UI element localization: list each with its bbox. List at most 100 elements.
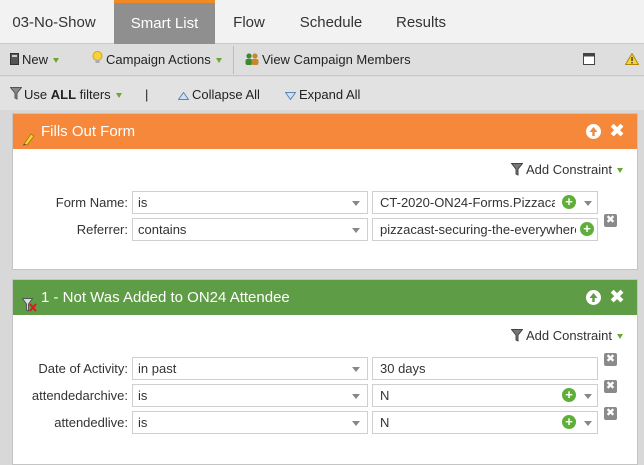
collapse-icon [177, 78, 190, 113]
operator-value: is [138, 415, 148, 430]
window-icon[interactable] [583, 53, 595, 67]
smart-list-canvas: Fills Out Form ✖ Add Constraint Form Nam… [0, 110, 644, 465]
filter-header[interactable]: Fills Out Form ✖ [13, 114, 637, 149]
constraint-label: Form Name: [55, 195, 128, 210]
tab-program-name[interactable]: 03-No-Show [0, 0, 108, 44]
chevron-down-icon [352, 228, 360, 233]
new-button[interactable]: New [10, 44, 60, 76]
chevron-down-icon [584, 394, 592, 399]
filter-panel-not-added-to-attendee: 1 - Not Was Added to ON24 Attendee ✖ Add… [12, 279, 638, 465]
filter-title: Fills Out Form [41, 123, 136, 140]
constraint-label: Date of Activity: [38, 361, 128, 376]
operator-value: is [138, 195, 148, 210]
trigger-icon [22, 124, 36, 159]
expand-icon [284, 78, 297, 113]
chevron-down-icon [352, 394, 360, 399]
add-constraint-label: Add Constraint [526, 328, 612, 343]
delete-constraint-icon[interactable]: ✖ [604, 407, 617, 420]
operator-select[interactable]: is [132, 384, 368, 407]
close-icon[interactable]: ✖ [609, 114, 625, 149]
delete-constraint-icon[interactable]: ✖ [604, 353, 617, 366]
constraint-row-attendedlive: attendedlive: is N + ✖ [13, 407, 639, 435]
chevron-down-icon [352, 201, 360, 206]
collapse-all-button[interactable]: Collapse All [177, 77, 260, 113]
constraint-label: attendedlive: [54, 415, 128, 430]
chevron-down-icon [352, 421, 360, 426]
close-icon[interactable]: ✖ [609, 280, 625, 315]
constraint-row-attendedarchive: attendedarchive: is N + ✖ [13, 380, 639, 408]
constraint-label: Referrer: [76, 222, 128, 237]
filter-bar: Use ALL filters | Collapse All Expand Al… [0, 77, 644, 110]
operator-select[interactable]: contains [132, 218, 368, 241]
filter-header[interactable]: 1 - Not Was Added to ON24 Attendee ✖ [13, 280, 637, 315]
toolbar: New Campaign Actions View Campaign Membe… [0, 44, 644, 76]
collapse-all-label: Collapse All [192, 87, 260, 102]
warning-icon[interactable] [624, 52, 640, 67]
value-text: CT-2020-ON24-Forms.Pizzacast [380, 195, 569, 210]
members-icon [245, 45, 259, 76]
filter-panel-fills-out-form: Fills Out Form ✖ Add Constraint Form Nam… [12, 113, 638, 270]
operator-select[interactable]: in past [132, 357, 368, 380]
delete-constraint-icon[interactable]: ✖ [604, 380, 617, 393]
filterbar-divider: | [145, 87, 149, 102]
view-campaign-members-label: View Campaign Members [262, 52, 411, 67]
chevron-down-icon [617, 334, 623, 340]
add-value-icon[interactable]: + [562, 388, 576, 402]
filter-icon [9, 78, 23, 113]
add-constraint-icon [510, 328, 524, 345]
toolbar-divider [233, 46, 234, 74]
add-constraint-icon [510, 162, 524, 179]
tab-results[interactable]: Results [387, 0, 455, 44]
move-up-icon[interactable] [586, 290, 601, 305]
constraint-row-form-name: Form Name: is CT-2020-ON24-Forms.Pizzaca… [13, 191, 639, 215]
operator-value: in past [138, 361, 177, 376]
add-constraint-button[interactable]: Add Constraint [510, 162, 623, 179]
add-constraint-button[interactable]: Add Constraint [510, 328, 623, 345]
tab-schedule[interactable]: Schedule [291, 0, 371, 44]
value-text: N [380, 415, 390, 430]
value-field[interactable]: N + [372, 411, 598, 434]
chevron-down-icon [584, 421, 592, 426]
new-label: New [22, 52, 49, 67]
new-icon [10, 45, 19, 76]
value-text: pizzacast-securing-the-everywhere [380, 222, 582, 237]
operator-select[interactable]: is [132, 191, 368, 214]
add-value-icon[interactable]: + [562, 195, 576, 209]
value-text: 30 days [380, 361, 426, 376]
lightbulb-icon [92, 45, 103, 76]
use-all-filters-mode: ALL [50, 87, 77, 102]
campaign-actions-button[interactable]: Campaign Actions [92, 44, 222, 75]
chevron-down-icon [584, 201, 592, 206]
add-constraint-label: Add Constraint [526, 162, 612, 177]
value-field[interactable]: pizzacast-securing-the-everywhere + [372, 218, 598, 241]
value-field[interactable]: CT-2020-ON24-Forms.Pizzacast + [372, 191, 598, 214]
view-campaign-members-button[interactable]: View Campaign Members [245, 44, 411, 75]
operator-value: is [138, 388, 148, 403]
constraint-row-referrer: Referrer: contains pizzacast-securing-th… [13, 214, 639, 242]
chevron-down-icon [115, 93, 122, 99]
use-all-filters-dropdown[interactable]: Use ALL filters [9, 77, 122, 113]
move-up-icon[interactable] [586, 124, 601, 139]
delete-constraint-icon[interactable]: ✖ [604, 214, 617, 227]
expand-all-label: Expand All [299, 87, 361, 102]
filter-title: 1 - Not Was Added to ON24 Attendee [41, 289, 290, 306]
value-field[interactable]: 30 days [372, 357, 598, 380]
value-field[interactable]: N + [372, 384, 598, 407]
chevron-down-icon [617, 168, 623, 174]
constraint-row-date-of-activity: Date of Activity: in past 30 days ✖ [13, 353, 639, 381]
tab-bar: 03-No-Show Smart List Flow Schedule Resu… [0, 0, 644, 44]
use-all-filters-prefix: Use [24, 87, 51, 102]
chevron-down-icon [352, 367, 360, 372]
tab-flow[interactable]: Flow [219, 0, 279, 44]
filter-icon [21, 290, 37, 325]
use-all-filters-suffix: filters [76, 87, 111, 102]
chevron-down-icon [53, 58, 60, 64]
constraint-label: attendedarchive: [31, 388, 128, 403]
add-value-icon[interactable]: + [580, 222, 594, 236]
operator-select[interactable]: is [132, 411, 368, 434]
chevron-down-icon [215, 58, 222, 64]
expand-all-button[interactable]: Expand All [284, 77, 361, 113]
tab-smart-list[interactable]: Smart List [114, 0, 215, 44]
add-value-icon[interactable]: + [562, 415, 576, 429]
campaign-actions-label: Campaign Actions [106, 52, 211, 67]
